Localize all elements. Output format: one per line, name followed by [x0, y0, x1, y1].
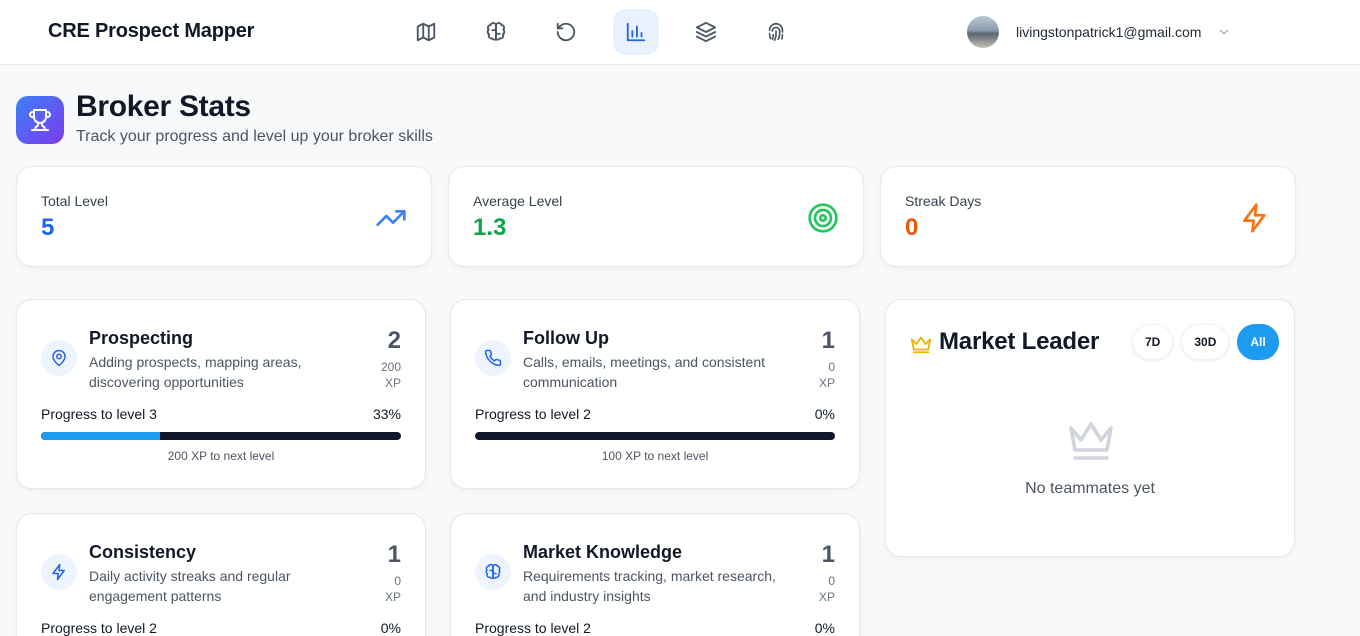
skill-icon	[41, 340, 77, 376]
app-title: CRE Prospect Mapper	[48, 20, 255, 42]
skill-level: 1	[821, 327, 835, 354]
market-leader-title: Market Leader	[939, 328, 1100, 355]
stat-card-average-level: Average Level 1.3	[448, 166, 864, 267]
skill-xp: 0 XP	[795, 573, 835, 605]
user-email[interactable]: livingstonpatrick1@gmail.com	[1016, 24, 1201, 40]
fingerprint-icon	[768, 22, 784, 42]
history-icon	[556, 22, 576, 42]
skill-xp: 200 XP	[361, 359, 401, 391]
nav-history-button[interactable]	[543, 9, 589, 55]
skill-xp: 0 XP	[361, 573, 401, 605]
skill-level: 1	[387, 541, 401, 568]
leaderboard-filters: 7D 30D All	[1132, 324, 1279, 360]
progress-note: 200 XP to next level	[167, 449, 275, 463]
skill-card-follow-up: Follow Up Calls, emails, meetings, and c…	[450, 299, 860, 489]
trophy-icon	[29, 109, 51, 131]
skill-xp-value: 0	[828, 360, 835, 374]
stat-card-streak-days: Streak Days 0	[880, 166, 1296, 267]
progress-percent: 0%	[814, 620, 835, 636]
skill-icon	[475, 340, 511, 376]
page-title: Broker Stats	[76, 90, 251, 123]
layers-icon	[695, 21, 717, 43]
bar-chart-icon	[626, 22, 646, 42]
lightning-icon	[52, 563, 65, 581]
map-pin-icon	[52, 349, 66, 367]
skill-xp-value: 0	[394, 574, 401, 588]
skill-card-consistency: Consistency Daily activity streaks and r…	[16, 513, 426, 636]
progress-label: Progress to level 2	[41, 620, 157, 636]
skill-xp-value: 0	[828, 574, 835, 588]
phone-icon	[484, 349, 502, 367]
progress-bar	[475, 432, 835, 440]
skill-xp-unit: XP	[818, 376, 835, 390]
skill-title: Consistency	[89, 542, 197, 562]
progress-label: Progress to level 3	[41, 406, 157, 422]
skill-xp-unit: XP	[818, 590, 835, 604]
trending-up-icon	[376, 210, 406, 226]
stat-value: 0	[905, 214, 919, 241]
progress-percent: 0%	[814, 406, 835, 422]
nav-stats-button[interactable]	[613, 9, 659, 55]
nav-fingerprint-button[interactable]	[753, 9, 799, 55]
skill-icon	[475, 554, 511, 590]
user-menu[interactable]: livingstonpatrick1@gmail.com	[967, 16, 1231, 48]
skill-description: Calls, emails, meetings, and consistent …	[523, 354, 765, 390]
brain-icon	[486, 22, 506, 41]
progress-label: Progress to level 2	[475, 620, 591, 636]
stat-label: Streak Days	[905, 193, 982, 209]
target-icon	[808, 203, 838, 233]
progress-bar-fill	[41, 432, 160, 440]
skill-description: Daily activity streaks and regular engag…	[89, 568, 291, 604]
chevron-down-icon[interactable]	[1217, 25, 1231, 39]
nav-layers-button[interactable]	[683, 9, 729, 55]
map-icon	[416, 22, 436, 42]
empty-state-text: No teammates yet	[1025, 480, 1155, 497]
nav-brain-button[interactable]	[473, 9, 519, 55]
skill-description: Adding prospects, mapping areas, discove…	[89, 354, 302, 390]
skill-xp-value: 200	[380, 360, 401, 374]
crown-icon	[910, 336, 932, 354]
skill-card-market-knowledge: Market Knowledge Requirements tracking, …	[450, 513, 860, 636]
main-nav	[403, 9, 799, 55]
skill-xp: 0 XP	[795, 359, 835, 391]
stat-label: Total Level	[41, 193, 108, 209]
crown-icon	[1069, 422, 1113, 460]
brain-icon	[485, 563, 501, 580]
page-subtitle: Track your progress and level up your br…	[76, 128, 433, 145]
avatar[interactable]	[967, 16, 999, 48]
skill-title: Follow Up	[523, 328, 609, 348]
skill-xp-unit: XP	[384, 376, 401, 390]
top-bar: CRE Prospect Mapper livingstonpatrick1@g…	[0, 0, 1360, 65]
progress-bar	[41, 432, 401, 440]
skill-description: Requirements tracking, market research, …	[523, 568, 776, 604]
skill-icon	[41, 554, 77, 590]
skill-level: 1	[821, 541, 835, 568]
filter-all-button[interactable]: All	[1237, 324, 1279, 360]
progress-percent: 0%	[380, 620, 401, 636]
skill-xp-unit: XP	[384, 590, 401, 604]
skill-title: Prospecting	[89, 328, 194, 348]
nav-map-button[interactable]	[403, 9, 449, 55]
stat-card-total-level: Total Level 5	[16, 166, 432, 267]
skill-card-prospecting: Prospecting Adding prospects, mapping ar…	[16, 299, 426, 489]
progress-label: Progress to level 2	[475, 406, 591, 422]
progress-note: 100 XP to next level	[601, 449, 709, 463]
stat-value: 1.3	[473, 214, 507, 241]
trophy-badge	[16, 96, 64, 144]
progress-percent: 33%	[372, 406, 401, 422]
stat-label: Average Level	[473, 193, 563, 209]
market-leader-card: Market Leader 7D 30D All No teammates ye…	[885, 299, 1295, 557]
lightning-icon	[1243, 203, 1266, 233]
filter-30d-button[interactable]: 30D	[1181, 324, 1230, 360]
skill-level: 2	[387, 327, 401, 354]
skill-title: Market Knowledge	[523, 542, 683, 562]
filter-7d-button[interactable]: 7D	[1132, 324, 1174, 360]
stat-value: 5	[41, 214, 55, 241]
